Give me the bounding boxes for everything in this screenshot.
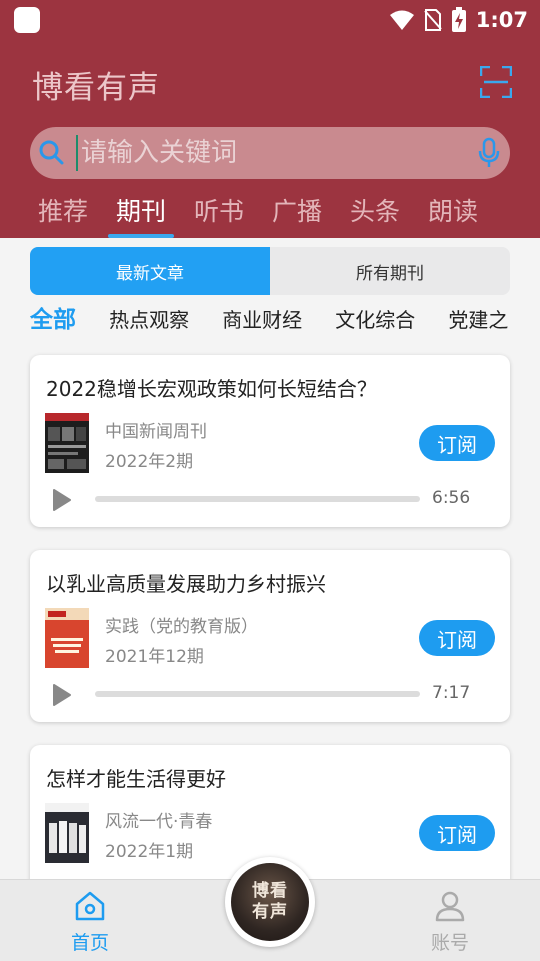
microphone-icon[interactable] [476, 137, 502, 169]
duration: 6:56 [432, 488, 471, 508]
app-header: 1:07 博看有声 推荐 期刊 听书 广播 头条 朗读 [0, 0, 540, 238]
duration: 7:17 [432, 683, 471, 703]
magazine-name: 风流一代·青春 [105, 812, 213, 832]
progress-bar[interactable] [95, 691, 420, 697]
nav-account-label: 账号 [430, 932, 469, 954]
nav-account[interactable]: 账号 [390, 880, 510, 961]
app-title: 博看有声 [32, 70, 160, 106]
search-bar[interactable] [30, 127, 510, 179]
play-icon[interactable] [52, 683, 72, 707]
center-logo: 博看有声 [231, 863, 309, 941]
issue-number: 2022年1期 [105, 842, 194, 862]
magazine-name: 实践（党的教育版） [105, 617, 258, 637]
tag-hot[interactable]: 热点观察 [109, 303, 189, 337]
segmented-control: 最新文章 所有期刊 [30, 247, 510, 295]
tag-business[interactable]: 商业财经 [222, 303, 302, 337]
magazine-cover-image [45, 608, 89, 668]
tab-headlines[interactable]: 头条 [336, 190, 414, 238]
tag-all[interactable]: 全部 [30, 303, 76, 337]
issue-number: 2022年2期 [105, 452, 194, 472]
notification-app-icon [14, 7, 40, 33]
subscribe-button[interactable]: 订阅 [419, 815, 495, 851]
article-card[interactable]: 2022稳增长宏观政策如何长短结合？ 中国新闻周刊 2022年2期 订阅 6:5… [30, 355, 510, 527]
tab-periodicals[interactable]: 期刊 [102, 190, 180, 238]
center-logo-button[interactable]: 博看有声 [225, 857, 315, 947]
article-title: 2022稳增长宏观政策如何长短结合？ [46, 377, 377, 401]
tag-party[interactable]: 党建之 [448, 303, 508, 337]
search-icon [39, 140, 64, 165]
status-icons: 1:07 [389, 6, 528, 34]
tab-audiobooks[interactable]: 听书 [180, 190, 258, 238]
search-input[interactable] [76, 135, 456, 171]
magazine-cover-image [45, 803, 89, 863]
play-icon[interactable] [52, 488, 72, 512]
article-title: 怎样才能生活得更好 [46, 767, 226, 791]
article-title: 以乳业高质量发展助力乡村振兴 [46, 572, 326, 596]
all-periodicals-button[interactable]: 所有期刊 [270, 247, 510, 295]
category-tabs: 推荐 期刊 听书 广播 头条 朗读 [24, 190, 492, 238]
status-bar: 1:07 [0, 0, 540, 40]
battery-charging-icon [451, 7, 466, 32]
wifi-icon [389, 10, 414, 30]
article-card[interactable]: 以乳业高质量发展助力乡村振兴 实践（党的教育版） 2021年12期 订阅 7:1… [30, 550, 510, 722]
scan-icon[interactable] [480, 66, 512, 98]
tag-culture[interactable]: 文化综合 [335, 303, 415, 337]
center-logo-text: 博看有声 [252, 881, 288, 922]
tab-recommend[interactable]: 推荐 [24, 190, 102, 238]
magazine-cover-image [45, 413, 89, 473]
nav-home[interactable]: 首页 [30, 880, 150, 961]
tab-reading[interactable]: 朗读 [414, 190, 492, 238]
user-icon [435, 891, 465, 922]
nav-home-label: 首页 [70, 932, 109, 954]
tag-filter: 全部 热点观察 商业财经 文化综合 党建之 [30, 303, 540, 339]
magazine-name: 中国新闻周刊 [105, 422, 207, 442]
no-sim-icon [424, 9, 442, 31]
subscribe-button[interactable]: 订阅 [419, 425, 495, 461]
subscribe-button[interactable]: 订阅 [419, 620, 495, 656]
tab-radio[interactable]: 广播 [258, 190, 336, 238]
latest-articles-button[interactable]: 最新文章 [30, 247, 270, 295]
home-icon [75, 891, 105, 921]
status-time: 1:07 [475, 8, 528, 32]
issue-number: 2021年12期 [105, 647, 204, 667]
progress-bar[interactable] [95, 496, 420, 502]
